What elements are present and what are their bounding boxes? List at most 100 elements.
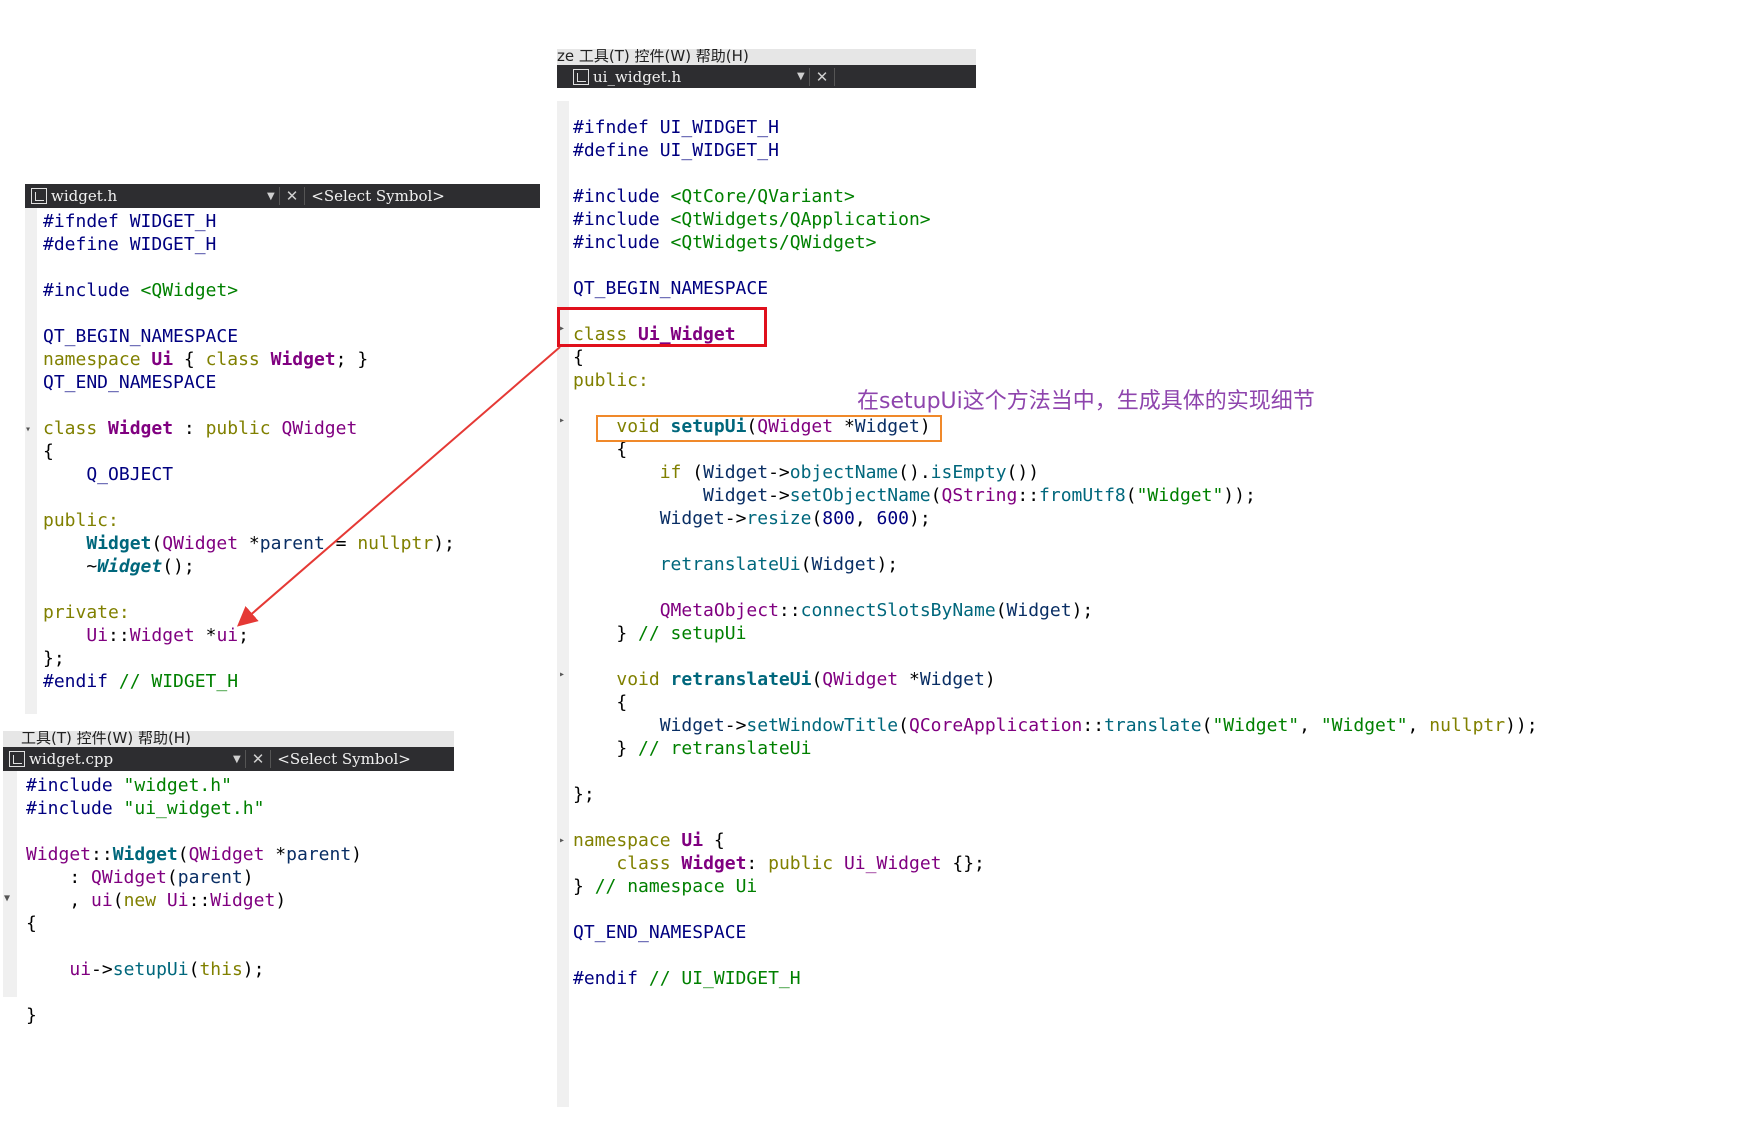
code-token: Widget [97, 556, 163, 577]
code-token: , [1407, 715, 1430, 736]
code-token: // namespace Ui [594, 876, 758, 897]
chevron-down-icon[interactable]: ▼ [263, 191, 279, 202]
code-token: Widget [129, 625, 195, 646]
code-line: ui->setupUi(this); [26, 958, 362, 981]
code-token: (); [162, 556, 195, 577]
code-line: Q_OBJECT [43, 463, 455, 486]
code-line: { [573, 346, 1538, 369]
code-token: parent [259, 533, 325, 554]
code-token: Widget [108, 418, 174, 439]
file-icon [573, 68, 589, 85]
code-token: QCoreApplication [908, 715, 1083, 736]
code-token: ui [216, 625, 239, 646]
code-line: class Widget : public QWidget [43, 417, 455, 440]
close-icon[interactable]: ✕ [278, 187, 306, 205]
code-token: Ui [166, 890, 189, 911]
code-token: Ui_Widget [843, 853, 942, 874]
code-token: : [746, 853, 769, 874]
code-token: #include [573, 232, 671, 253]
code-token: Widget [26, 844, 92, 865]
symbol-selector[interactable]: <Select Symbol> [271, 750, 411, 768]
code-token: Widget [703, 485, 769, 506]
code-token: if [659, 462, 693, 483]
code-token: #ifndef UI_WIDGET_H [573, 117, 779, 138]
fold-marker-icon[interactable]: ▼ [4, 893, 10, 904]
code-token: namespace [43, 349, 152, 370]
code-token: QWidget [822, 669, 899, 690]
code-token: #include [573, 186, 671, 207]
fold-marker-icon[interactable]: ▸ [559, 415, 565, 426]
code-token: #define WIDGET_H [43, 234, 217, 255]
fold-marker-icon[interactable]: ▾ [25, 424, 31, 435]
code-token: -> [768, 485, 790, 506]
code-token: * [264, 844, 287, 865]
widget-cpp-code: #include "widget.h" #include "ui_widget.h… [26, 774, 362, 1027]
close-icon[interactable]: ✕ [244, 750, 272, 768]
code-token: <QtWidgets/QApplication> [670, 209, 931, 230]
code-token: Widget [811, 554, 877, 575]
code-line: } // setupUi [573, 622, 1538, 645]
code-token: this [199, 959, 243, 980]
code-token: } [573, 738, 639, 759]
code-token: :: [1082, 715, 1105, 736]
symbol-selector[interactable]: <Select Symbol> [305, 187, 445, 205]
code-token: class [43, 418, 109, 439]
code-token: ( [811, 669, 823, 690]
code-token: QT_BEGIN_NAMESPACE [573, 278, 769, 299]
menu-strip-text[interactable]: 工具(T) 控件(W) 帮助(H) [21, 731, 191, 747]
code-token: ( [1201, 715, 1213, 736]
code-token: connectSlotsByName [800, 600, 996, 621]
code-token: private: [43, 602, 130, 623]
fold-marker-icon[interactable]: ▸ [559, 669, 565, 680]
close-icon[interactable]: ✕ [808, 67, 836, 86]
tab-widget-h[interactable]: widget.h [51, 187, 251, 205]
code-token: } [26, 1005, 37, 1026]
code-line: : QWidget(parent) [26, 866, 362, 889]
code-token: Ui [681, 830, 704, 851]
file-icon [9, 751, 25, 767]
code-token: ( [930, 485, 942, 506]
code-line: void retranslateUi(QWidget *Widget) [573, 668, 1538, 691]
code-token: // retranslateUi [638, 738, 812, 759]
code-token: ()) [1006, 462, 1040, 483]
chevron-down-icon[interactable]: ▼ [229, 754, 245, 765]
code-token: , [854, 508, 877, 529]
code-token: class [616, 853, 682, 874]
menu-strip-text[interactable]: ze 工具(T) 控件(W) 帮助(H) [557, 49, 749, 65]
code-token: Widget [681, 853, 747, 874]
code-token: -> [768, 462, 790, 483]
code-token: resize [746, 508, 812, 529]
code-token: // UI_WIDGET_H [648, 968, 801, 989]
code-token: new [123, 890, 167, 911]
chevron-down-icon[interactable]: ▼ [793, 71, 809, 82]
tab-widget-cpp[interactable]: widget.cpp [29, 750, 229, 768]
code-token: "widget.h" [123, 775, 232, 796]
fold-marker-icon[interactable]: ▸ [559, 835, 565, 846]
code-token: public: [573, 370, 649, 391]
menu-strip: 工具(T) 控件(W) 帮助(H) [3, 731, 454, 747]
code-token: ~ [43, 556, 98, 577]
code-token: objectName [789, 462, 899, 483]
code-line: QT_BEGIN_NAMESPACE [573, 277, 1538, 300]
code-line: } // retranslateUi [573, 737, 1538, 760]
code-token: { [573, 692, 628, 713]
editor-gutter [25, 208, 37, 714]
code-token: ) [984, 669, 996, 690]
code-token: Widget [112, 844, 178, 865]
code-line: #include "widget.h" [26, 774, 362, 797]
code-token: * [238, 533, 260, 554]
code-token: #include [26, 775, 124, 796]
code-line: #ifndef UI_WIDGET_H [573, 116, 1538, 139]
tab-ui-widget-h[interactable]: ui_widget.h [593, 68, 793, 86]
